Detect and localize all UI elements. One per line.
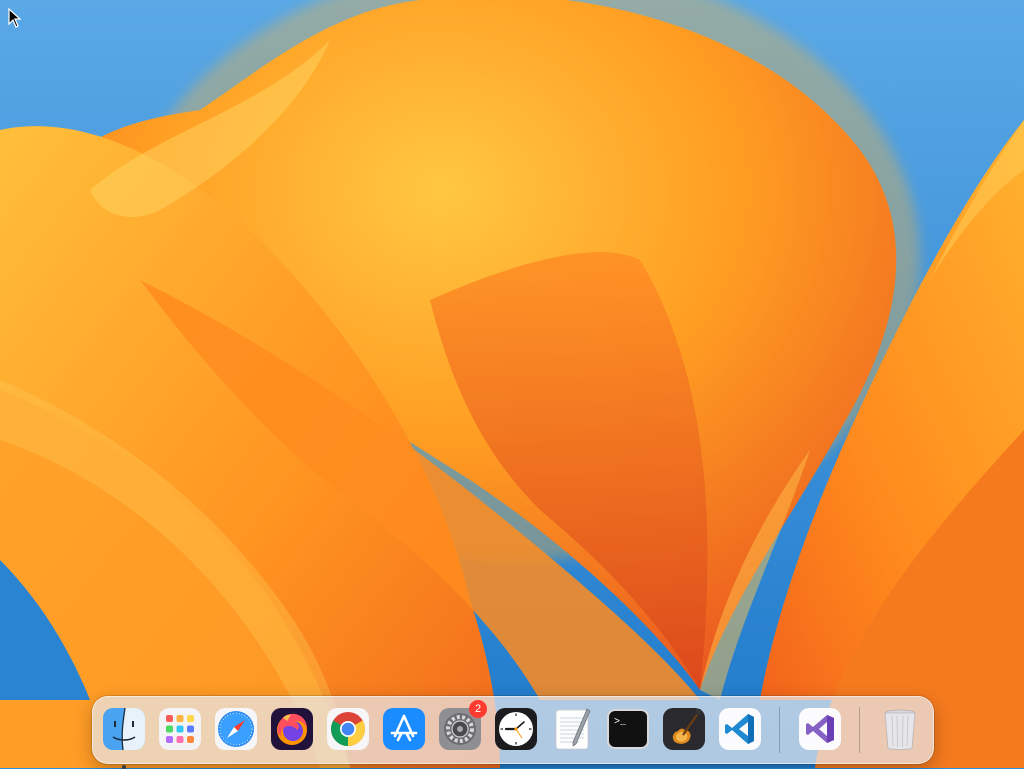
dock-item-finder[interactable]: [101, 706, 147, 769]
notification-badge: 2: [469, 700, 487, 718]
dock-item-terminal[interactable]: >_: [605, 706, 651, 752]
dock-item-firefox[interactable]: [269, 706, 315, 752]
chrome-icon: [327, 708, 369, 750]
clock-icon: [495, 708, 537, 750]
app-store-icon: [383, 708, 425, 750]
garageband-icon: [663, 708, 705, 750]
dock-item-trash[interactable]: [877, 706, 923, 752]
vscode-icon: [719, 708, 761, 750]
dock-item-launchpad[interactable]: [157, 706, 203, 752]
dock-item-visual-studio[interactable]: [797, 706, 843, 752]
dock-separator: [779, 707, 780, 753]
textedit-icon: [555, 708, 591, 750]
dock-item-app-store[interactable]: [381, 706, 427, 752]
dock-item-vscode[interactable]: [717, 706, 763, 752]
dock-item-safari[interactable]: [213, 706, 259, 752]
finder-icon: [103, 707, 145, 751]
running-indicator: [122, 765, 126, 769]
terminal-icon: >_: [607, 709, 649, 749]
desktop-wallpaper: [0, 0, 1024, 768]
dock-item-garageband[interactable]: [661, 706, 707, 752]
safari-icon: [215, 708, 257, 750]
firefox-icon: [271, 708, 313, 750]
trash-icon: [884, 709, 916, 750]
dock: 2 >_: [92, 696, 934, 769]
mouse-pointer-icon: [8, 8, 22, 28]
dock-separator: [859, 707, 860, 753]
dock-item-chrome[interactable]: [325, 706, 371, 752]
launchpad-icon: [159, 708, 201, 750]
dock-item-textedit[interactable]: [549, 706, 595, 752]
dock-item-system-settings[interactable]: 2: [437, 700, 487, 752]
visual-studio-icon: [799, 708, 841, 750]
dock-item-clock[interactable]: [493, 706, 539, 752]
terminal-prompt-glyph: >_: [614, 717, 627, 728]
